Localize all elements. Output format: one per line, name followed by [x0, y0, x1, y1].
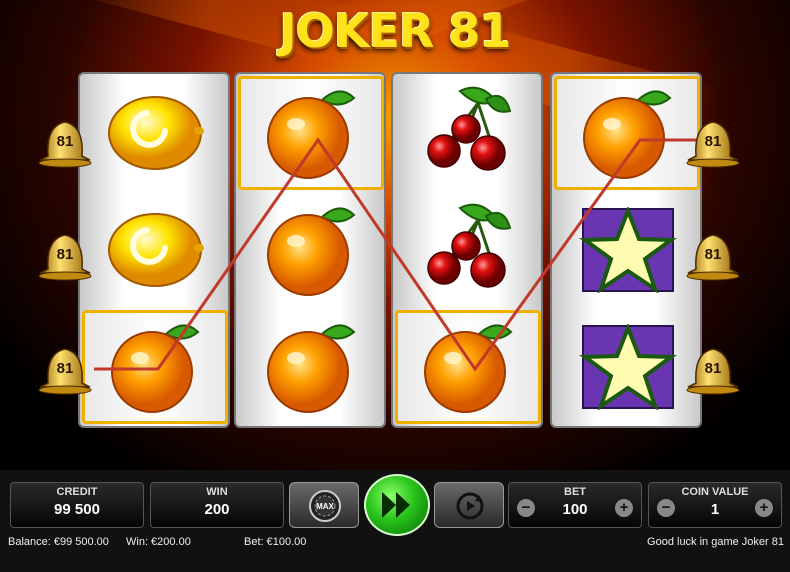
control-panel: CREDIT 99 500 WIN 200 MAX BET 100 − + CO…: [0, 470, 790, 572]
lemon-symbol-icon: [82, 193, 228, 307]
svg-text:81: 81: [705, 133, 722, 150]
bell-icon: 81: [682, 229, 744, 281]
max-chip-icon: MAX: [309, 490, 341, 522]
bet-status: Bet: €100.00: [244, 536, 307, 548]
bell-icon: 81: [682, 116, 744, 168]
status-message: Good luck in game Joker 81: [647, 536, 784, 548]
orange-symbol-icon: [554, 76, 700, 190]
reel-3: [391, 72, 543, 428]
bell-icon: 81: [682, 343, 744, 395]
cherry-symbol-icon: [395, 76, 541, 190]
balance-status: Balance: €99 500.00: [8, 536, 109, 548]
star-symbol-icon: [554, 193, 700, 307]
bet-display: BET 100 − +: [508, 482, 642, 528]
win-value: 200: [204, 501, 230, 518]
win-label: WIN: [206, 486, 228, 498]
reel-2: [234, 72, 386, 428]
orange-symbol-icon: [238, 76, 384, 190]
coin-value-display: COIN VALUE 1 − +: [648, 482, 782, 528]
spin-button[interactable]: [364, 474, 430, 536]
bell-icon: 81: [34, 116, 96, 168]
svg-text:81: 81: [705, 360, 722, 377]
credit-display: CREDIT 99 500: [10, 482, 144, 528]
reel-4: [550, 72, 702, 428]
star-symbol-icon: [554, 310, 700, 424]
cherry-symbol-icon: [395, 193, 541, 307]
coin-decrease-button[interactable]: −: [657, 499, 675, 517]
svg-text:81: 81: [705, 246, 722, 263]
orange-symbol-icon: [238, 193, 384, 307]
bell-icon: 81: [34, 229, 96, 281]
svg-text:81: 81: [57, 360, 74, 377]
bell-icon: 81: [34, 343, 96, 395]
win-display: WIN 200: [150, 482, 284, 528]
max-label: MAX: [316, 502, 334, 511]
orange-symbol-icon: [238, 310, 384, 424]
autoplay-button[interactable]: [434, 482, 504, 528]
credit-value: 99 500: [54, 501, 100, 518]
autoplay-icon: [456, 492, 484, 520]
orange-symbol-icon: [395, 310, 541, 424]
bet-increase-button[interactable]: +: [615, 499, 633, 517]
bet-decrease-button[interactable]: −: [517, 499, 535, 517]
svg-text:81: 81: [57, 133, 74, 150]
max-bet-button[interactable]: MAX: [289, 482, 359, 528]
lemon-symbol-icon: [82, 76, 228, 190]
svg-text:81: 81: [57, 246, 74, 263]
coin-value-label: COIN VALUE: [681, 486, 749, 498]
credit-label: CREDIT: [56, 486, 98, 498]
game-stage: JOKER 81 81 81 81 81 81 81: [0, 0, 790, 470]
game-logo: JOKER 81: [279, 4, 512, 58]
orange-symbol-icon: [82, 310, 228, 424]
bet-label: BET: [564, 486, 586, 498]
coin-increase-button[interactable]: +: [755, 499, 773, 517]
win-status: Win: €200.00: [126, 536, 191, 548]
reel-1: [78, 72, 230, 428]
fast-forward-icon: [382, 492, 410, 518]
